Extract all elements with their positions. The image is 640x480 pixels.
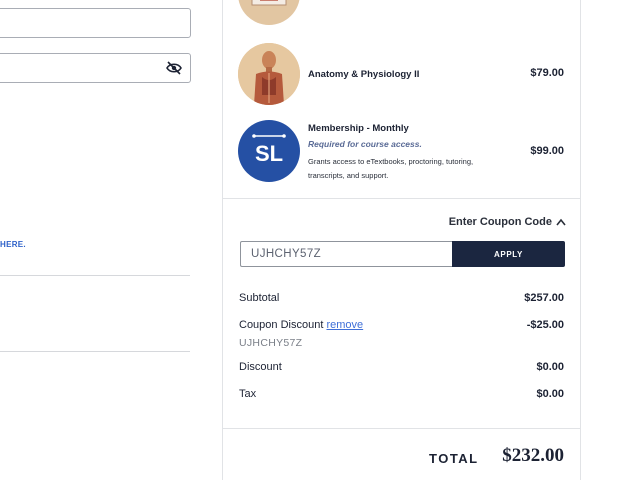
- tax-label: Tax: [239, 388, 257, 400]
- coupon-code-input[interactable]: [240, 241, 453, 267]
- password-field[interactable]: [0, 53, 191, 83]
- coupon-discount-value: -$25.00: [526, 319, 564, 331]
- coupon-toggle[interactable]: Enter Coupon Code: [449, 216, 566, 228]
- left-divider: [0, 275, 190, 276]
- total-value: $232.00: [502, 445, 564, 466]
- item-description: Grants access to eTextbooks, proctoring,…: [308, 157, 474, 180]
- section-divider: [223, 428, 580, 429]
- total-label: TOTAL: [429, 451, 479, 466]
- tax-value: $0.00: [536, 388, 564, 400]
- order-panel-border: [222, 0, 223, 480]
- discount-label: Discount: [239, 361, 282, 373]
- left-divider: [0, 351, 190, 352]
- coupon-toggle-label: Enter Coupon Code: [448, 216, 552, 228]
- anatomy-thumbnail: [238, 43, 300, 105]
- coupon-discount-row: Coupon Discount remove: [239, 319, 363, 331]
- item-name: Membership - Monthly: [308, 123, 409, 134]
- caret-up-icon: [556, 218, 566, 226]
- here-link[interactable]: HERE.: [0, 240, 26, 249]
- logo-text: SL: [255, 141, 283, 166]
- remove-coupon-link[interactable]: remove: [326, 319, 363, 331]
- order-panel-border: [580, 0, 581, 480]
- form-field-top[interactable]: [0, 8, 191, 38]
- membership-logo: SL: [238, 120, 300, 182]
- section-divider: [223, 198, 580, 199]
- course-thumbnail: [238, 0, 300, 25]
- item-price: $79.00: [530, 67, 564, 79]
- applied-coupon-code: UJHCHY57Z: [239, 337, 303, 349]
- discount-value: $0.00: [536, 361, 564, 373]
- item-requirement: Required for course access.: [308, 139, 422, 149]
- subtotal-label: Subtotal: [239, 292, 280, 304]
- apply-coupon-button[interactable]: APPLY: [452, 241, 565, 267]
- eye-off-icon[interactable]: [166, 61, 182, 75]
- item-name: Anatomy & Physiology II: [308, 69, 420, 80]
- subtotal-value: $257.00: [524, 292, 564, 304]
- item-price: $99.00: [530, 145, 564, 157]
- coupon-discount-label: Coupon Discount: [239, 319, 324, 331]
